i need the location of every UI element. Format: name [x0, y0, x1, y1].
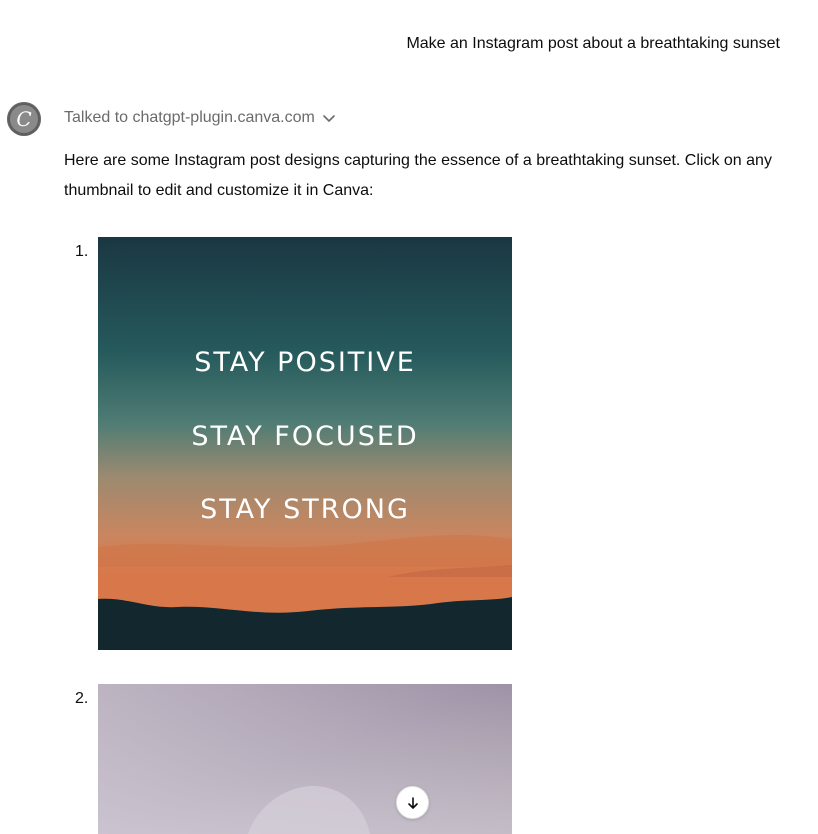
svg-text:C: C: [16, 107, 31, 131]
list-number-1: 1.: [75, 243, 89, 260]
design-thumbnail-1[interactable]: STAY POSITIVE STAY FOCUSED STAY STRONG: [98, 237, 512, 650]
chevron-down-icon: [323, 115, 335, 122]
scroll-to-bottom-button[interactable]: [396, 786, 429, 819]
poster-line-1: STAY POSITIVE: [194, 347, 416, 378]
list-number-2: 2.: [75, 690, 89, 707]
assistant-intro-text: Here are some Instagram post designs cap…: [64, 152, 772, 199]
chat-page: Make an Instagram post about a breathtak…: [0, 0, 818, 834]
plugin-status-label: Talked to chatgpt-plugin.canva.com: [64, 109, 315, 126]
arrow-down-icon: [407, 796, 418, 809]
design-thumbnail-2[interactable]: [98, 684, 512, 834]
plugin-status-toggle[interactable]: Talked to chatgpt-plugin.canva.com: [64, 109, 335, 127]
canva-logo-icon: C: [7, 102, 41, 136]
poster-line-3: STAY STRONG: [200, 494, 410, 525]
user-message: Make an Instagram post about a breathtak…: [406, 35, 780, 52]
poster-line-2: STAY FOCUSED: [191, 421, 419, 452]
